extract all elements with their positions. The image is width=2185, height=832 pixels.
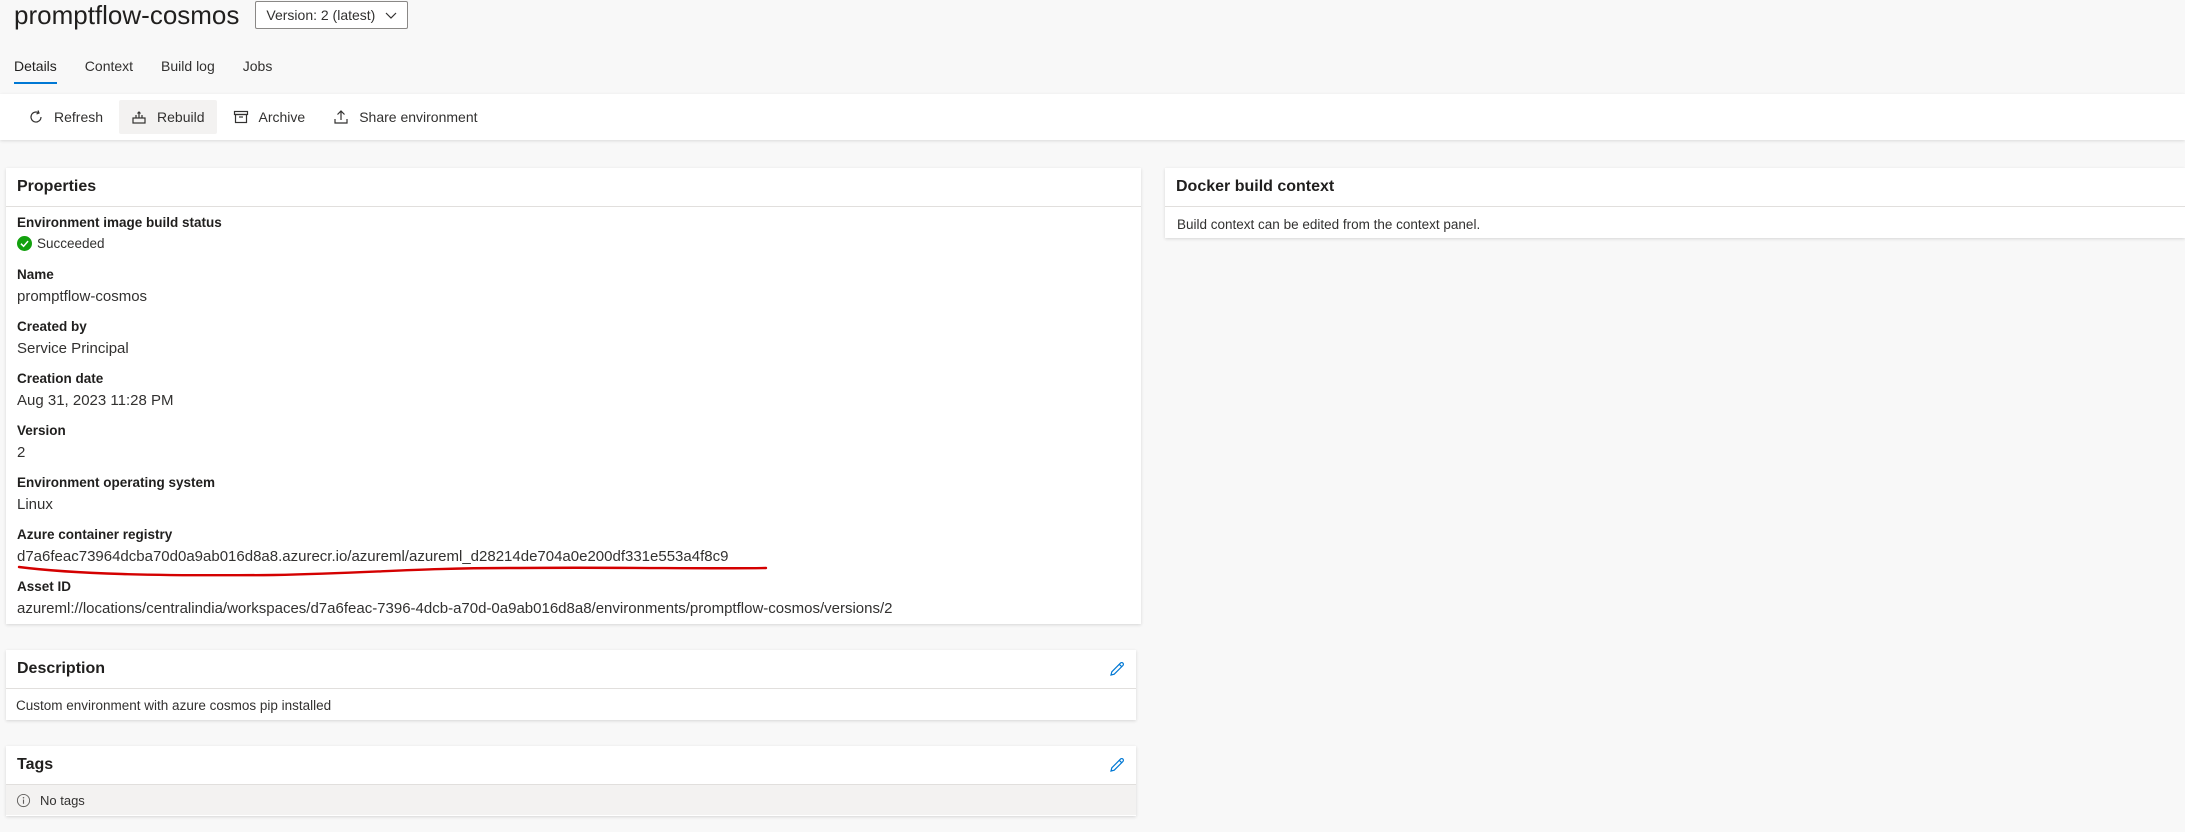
success-check-icon <box>17 236 32 251</box>
description-body: Custom environment with azure cosmos pip… <box>16 698 332 713</box>
os-value: Linux <box>17 496 53 513</box>
refresh-button[interactable]: Refresh <box>16 100 115 134</box>
docker-body: Build context can be edited from the con… <box>1177 217 1481 232</box>
rebuild-button[interactable]: Rebuild <box>119 100 217 134</box>
created-by-label: Created by <box>17 319 87 334</box>
creation-date-label: Creation date <box>17 371 104 386</box>
page-header: promptflow-cosmos Version: 2 (latest) <box>14 0 409 30</box>
build-status: Succeeded <box>17 236 222 251</box>
command-bar: Refresh Rebuild Archive Share environmen… <box>0 94 2185 140</box>
no-tags-text: No tags <box>40 792 85 808</box>
docker-title: Docker build context <box>1176 178 1335 195</box>
archive-icon <box>233 110 248 124</box>
refresh-icon <box>30 110 42 123</box>
share-label: Share environment <box>359 109 478 125</box>
tab-bar: Details Context Build log Jobs <box>14 58 272 84</box>
tab-details[interactable]: Details <box>14 58 57 84</box>
tab-jobs[interactable]: Jobs <box>243 58 273 84</box>
prop-created-by: Created by Service Principal <box>17 318 129 359</box>
prop-build-status: Environment image build status Succeeded <box>17 214 222 251</box>
build-status-label: Environment image build status <box>17 215 222 230</box>
docker-header: Docker build context <box>1165 168 2185 207</box>
edit-tags-icon[interactable] <box>1109 757 1125 773</box>
page-title: promptflow-cosmos <box>14 0 240 30</box>
prop-version: Version 2 <box>17 422 66 463</box>
description-title: Description <box>17 660 106 677</box>
registry-label: Azure container registry <box>17 527 173 542</box>
tab-context[interactable]: Context <box>85 58 133 84</box>
properties-card: Properties Environment image build statu… <box>6 168 1141 624</box>
prop-container-registry: Azure container registry d7a6feac73964dc… <box>17 526 728 567</box>
edit-description-icon[interactable] <box>1109 661 1125 677</box>
description-header: Description <box>6 650 1136 689</box>
docker-build-context-card: Docker build context Build context can b… <box>1165 168 2185 238</box>
creation-date-value: Aug 31, 2023 11:28 PM <box>17 392 174 409</box>
tags-header: Tags <box>6 746 1136 785</box>
version-value: 2 <box>17 444 26 461</box>
name-label: Name <box>17 267 54 282</box>
asset-id-value: azureml://locations/centralindia/workspa… <box>17 600 893 617</box>
version-dropdown[interactable]: Version: 2 (latest) <box>255 1 409 29</box>
build-status-value: Succeeded <box>37 236 105 251</box>
description-card: Description Custom environment with azur… <box>6 650 1136 720</box>
properties-header: Properties <box>6 168 1141 207</box>
archive-label: Archive <box>258 109 306 125</box>
properties-title: Properties <box>17 178 97 195</box>
tags-empty-message: No tags <box>6 785 1136 815</box>
version-dropdown-value: Version: 2 (latest) <box>266 7 376 23</box>
registry-value: d7a6feac73964dcba70d0a9ab016d8a8.azurecr… <box>17 548 729 565</box>
rebuild-label: Rebuild <box>157 109 205 125</box>
refresh-label: Refresh <box>54 109 104 125</box>
rebuild-icon <box>132 111 146 124</box>
tab-build-log[interactable]: Build log <box>161 58 215 84</box>
prop-asset-id: Asset ID azureml://locations/centralindi… <box>17 578 893 619</box>
name-value: promptflow-cosmos <box>17 288 148 305</box>
asset-id-label: Asset ID <box>17 579 72 594</box>
created-by-value: Service Principal <box>17 340 129 357</box>
prop-os: Environment operating system Linux <box>17 474 215 515</box>
chevron-down-icon <box>385 12 397 19</box>
tags-title: Tags <box>17 756 54 773</box>
prop-name: Name promptflow-cosmos <box>17 266 147 307</box>
share-icon <box>334 110 348 124</box>
share-environment-button[interactable]: Share environment <box>321 100 489 134</box>
tags-card: Tags No tags <box>6 746 1136 816</box>
version-label: Version <box>17 423 66 438</box>
info-icon <box>16 793 31 807</box>
archive-button[interactable]: Archive <box>221 100 318 134</box>
os-label: Environment operating system <box>17 475 216 490</box>
prop-creation-date: Creation date Aug 31, 2023 11:28 PM <box>17 370 174 411</box>
